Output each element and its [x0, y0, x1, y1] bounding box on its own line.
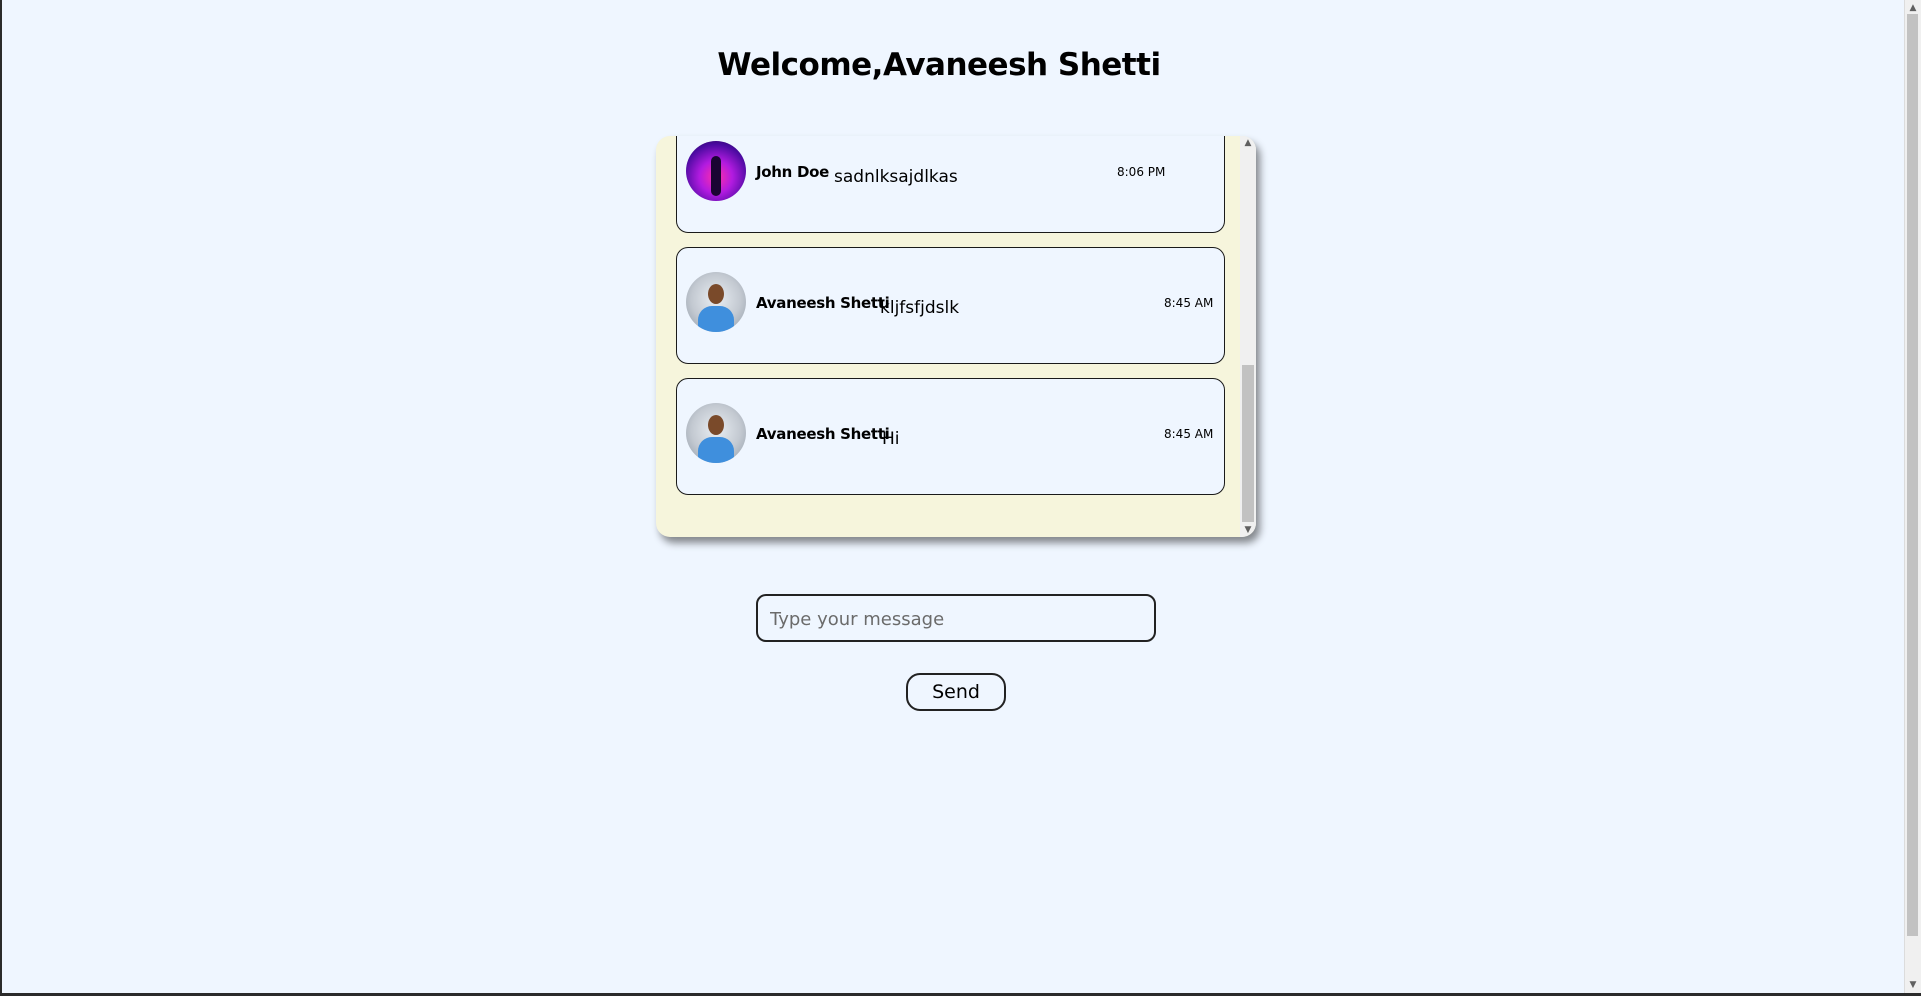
message-time: 8:45 AM	[1164, 296, 1214, 310]
message-sender: John Doe	[756, 163, 829, 181]
avatar	[686, 272, 746, 332]
message-sender: Avaneesh Shetti	[756, 425, 890, 443]
page: Welcome,Avaneesh Shetti John Doe sadnlks…	[0, 0, 1921, 996]
scroll-up-icon[interactable]: ▲	[1905, 1, 1921, 15]
avatar-face	[708, 415, 724, 435]
avatar-figure	[711, 156, 721, 196]
avatar	[686, 141, 746, 201]
message-time: 8:06 PM	[1117, 165, 1166, 179]
scroll-down-icon[interactable]: ▼	[1905, 978, 1921, 992]
chat-scrollbar[interactable]: ▲ ▼	[1240, 136, 1256, 537]
message-text: kljfsfjdslk	[880, 298, 960, 318]
avatar-shirt	[698, 306, 734, 332]
scrollbar-thumb[interactable]	[1907, 14, 1918, 936]
message-card: Avaneesh Shetti Hi 8:45 AM	[676, 378, 1225, 495]
message-sender: Avaneesh Shetti	[756, 294, 890, 312]
message-text: sadnlksajdlkas	[834, 167, 958, 187]
message-text: Hi	[882, 429, 900, 449]
scroll-down-icon[interactable]: ▼	[1240, 523, 1256, 537]
scrollbar-thumb[interactable]	[1242, 365, 1254, 522]
page-title: Welcome,Avaneesh Shetti	[717, 47, 1161, 83]
avatar-face	[708, 284, 724, 304]
message-list[interactable]: John Doe sadnlksajdlkas 8:06 PM Avaneesh…	[656, 136, 1256, 537]
avatar	[686, 403, 746, 463]
message-card: Avaneesh Shetti kljfsfjdslk 8:45 AM	[676, 247, 1225, 364]
message-input-wrapper	[756, 594, 1156, 642]
page-scrollbar[interactable]: ▲ ▼	[1904, 0, 1921, 993]
message-input[interactable]	[768, 596, 1148, 642]
send-button[interactable]: Send	[906, 673, 1006, 711]
message-card: John Doe sadnlksajdlkas 8:06 PM	[676, 136, 1225, 233]
message-time: 8:45 AM	[1164, 427, 1214, 441]
avatar-shirt	[698, 437, 734, 463]
scroll-up-icon[interactable]: ▲	[1240, 136, 1256, 150]
